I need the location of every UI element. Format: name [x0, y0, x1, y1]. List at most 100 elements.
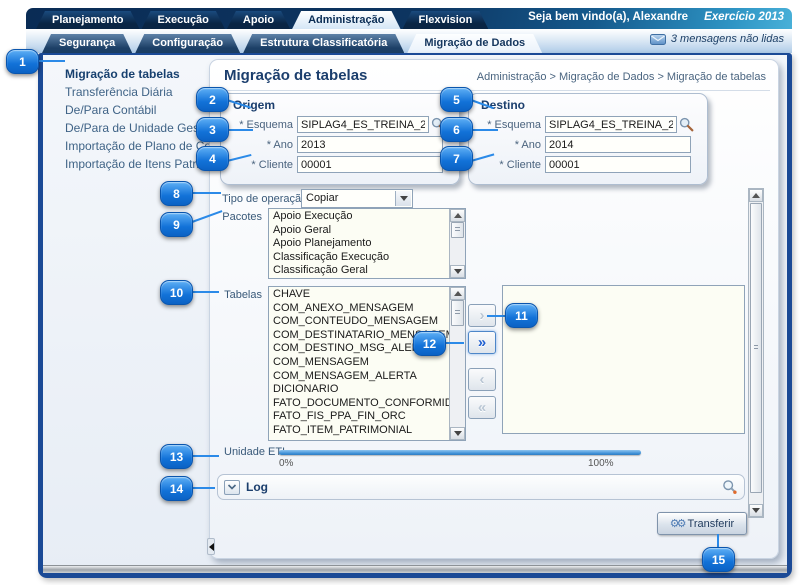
destino-groupbox: Destino * Esquema * Ano * Cliente [468, 93, 708, 185]
destino-cliente-label: * Cliente [469, 159, 545, 171]
tabelas-label: Tabelas [216, 289, 262, 301]
header-separator [218, 90, 770, 91]
pacotes-label: Pacotes [216, 211, 262, 223]
envelope-icon [650, 34, 666, 45]
content-frame: Migração de tabelas Transferência Diária… [38, 53, 792, 578]
dropdown-arrow-icon[interactable] [395, 191, 411, 206]
destino-esquema-input[interactable] [545, 116, 677, 133]
scrollbar-thumb[interactable] [451, 222, 464, 238]
destino-cliente-input[interactable] [545, 156, 691, 173]
list-item[interactable]: FATO_DOCUMENTO_CONFORMIDADE [269, 397, 449, 411]
callout-badge-8: 8 [160, 181, 193, 206]
messages-link[interactable]: 3 mensagens não lidas [650, 33, 784, 45]
tab-configuracao[interactable]: Configuração [135, 34, 240, 53]
triangle-left-icon [209, 543, 214, 551]
callout-badge-15: 15 [702, 547, 735, 572]
move-all-right-button[interactable]: » [468, 331, 496, 354]
tab-estrutura-classificatoria[interactable]: Estrutura Classificatória [243, 34, 404, 53]
operation-type-select[interactable]: Copiar [301, 189, 413, 208]
app-window: Planejamento Execução Apoio Administraçã… [26, 8, 792, 578]
origem-esquema-input[interactable] [297, 116, 429, 133]
origem-cliente-input[interactable] [297, 156, 443, 173]
breadcrumb: Administração > Migração de Dados > Migr… [477, 71, 766, 83]
destino-ano-label: * Ano [469, 139, 545, 151]
destino-ano-input[interactable] [545, 136, 691, 153]
sidebar-item-importacao-itens-patrimoniais[interactable]: Importação de Itens Patrimoniais [51, 155, 207, 173]
callout-badge-14: 14 [160, 476, 193, 501]
tab-execucao[interactable]: Execução [142, 11, 225, 29]
list-item[interactable]: Classificação Geral [269, 264, 449, 278]
list-item[interactable]: COM_MENSAGEM_ALERTA [269, 370, 449, 384]
tab-flexvision[interactable]: Flexvision [403, 11, 489, 29]
callout-badge-6: 6 [440, 117, 473, 142]
tab-planejamento[interactable]: Planejamento [36, 11, 140, 29]
screen: Planejamento Execução Apoio Administraçã… [0, 0, 800, 585]
log-title: Log [246, 480, 268, 494]
etl-min-label: 0% [279, 458, 293, 469]
move-left-button[interactable]: ‹ [468, 368, 496, 391]
tab-apoio[interactable]: Apoio [227, 11, 290, 29]
callout-badge-5: 5 [440, 87, 473, 112]
callout-badge-1: 1 [6, 49, 39, 74]
list-item[interactable]: FATO_ITEM_PATRIMONIAL [269, 424, 449, 438]
list-item[interactable]: FATO_FIS_PPA_FIN_ORC [269, 410, 449, 424]
transfer-button-label: Transferir [688, 518, 735, 530]
origem-legend: Origem [221, 94, 459, 113]
sidebar-item-transferencia-diaria[interactable]: Transferência Diária [51, 83, 207, 101]
tab-migracao-de-dados[interactable]: Migração de Dados [407, 34, 542, 53]
main-panel: Migração de tabelas Administração > Migr… [209, 59, 779, 559]
scrollbar-thumb[interactable] [750, 203, 762, 493]
destino-legend: Destino [469, 94, 707, 113]
list-item[interactable]: Apoio Geral [269, 224, 449, 238]
list-item[interactable]: DICIONARIO [269, 383, 449, 397]
sidebar-item-depara-unidade-gestora[interactable]: De/Para de Unidade Gestora [51, 119, 207, 137]
scroll-down-icon[interactable] [450, 265, 465, 278]
tabelas-scrollbar[interactable] [449, 287, 465, 440]
origem-groupbox: Origem * Esquema * Ano * Cliente [220, 93, 460, 185]
etl-max-label: 100% [588, 458, 614, 469]
list-item[interactable]: Apoio Planejamento [269, 237, 449, 251]
tab-administracao[interactable]: Administração [292, 11, 400, 29]
chevron-down-icon[interactable] [224, 480, 240, 495]
list-item[interactable]: COM_MENSAGEM [269, 356, 449, 370]
sidebar-collapse-handle[interactable] [207, 538, 215, 555]
scroll-up-icon[interactable] [749, 189, 763, 202]
callout-badge-7: 7 [440, 146, 473, 171]
etl-unit-slider[interactable] [279, 450, 641, 455]
sidebar-item-depara-contabil[interactable]: De/Para Contábil [51, 101, 207, 119]
log-panel: Log [217, 474, 745, 500]
list-item[interactable]: Apoio Execução [269, 210, 449, 224]
list-item[interactable]: Classificação Execução [269, 251, 449, 265]
pacotes-scrollbar[interactable] [449, 209, 465, 278]
list-item[interactable]: COM_CONTEUDO_MENSAGEM [269, 315, 449, 329]
callout-badge-4: 4 [196, 146, 229, 171]
tab-seguranca[interactable]: Segurança [42, 34, 132, 53]
operation-type-label: Tipo de operação [222, 193, 307, 205]
destino-esquema-search-icon[interactable] [679, 117, 694, 132]
tabelas-listbox[interactable]: CHAVE COM_ANEXO_MENSAGEM COM_CONTEUDO_ME… [268, 286, 466, 441]
origem-ano-label: * Ano [221, 139, 297, 151]
list-item[interactable]: COM_ANEXO_MENSAGEM [269, 302, 449, 316]
callout-badge-10: 10 [160, 280, 193, 305]
log-search-icon[interactable] [722, 479, 738, 495]
list-item[interactable]: CHAVE [269, 288, 449, 302]
page-title: Migração de tabelas [224, 67, 367, 84]
transfer-button[interactable]: ⚙⚙ Transferir [657, 512, 747, 535]
scrollbar-thumb[interactable] [451, 300, 464, 326]
messages-count-text: 3 mensagens não lidas [671, 33, 784, 45]
callout-badge-12: 12 [413, 331, 446, 356]
operation-type-value: Copiar [306, 192, 338, 204]
sidebar-item-migracao-de-tabelas[interactable]: Migração de tabelas [51, 65, 207, 83]
scroll-down-icon[interactable] [749, 504, 763, 517]
origem-ano-input[interactable] [297, 136, 443, 153]
scroll-up-icon[interactable] [450, 287, 465, 300]
bottom-scrollbar[interactable] [43, 565, 787, 573]
scroll-down-icon[interactable] [450, 427, 465, 440]
scroll-up-icon[interactable] [450, 209, 465, 222]
move-all-left-button[interactable]: « [468, 396, 496, 419]
panel-scrollbar[interactable] [748, 188, 764, 518]
sidebar-item-importacao-plano-contas[interactable]: Importação de Plano de Contas [51, 137, 207, 155]
pacotes-listbox[interactable]: Apoio Execução Apoio Geral Apoio Planeja… [268, 208, 466, 279]
sidebar-menu: Migração de tabelas Transferência Diária… [51, 65, 207, 173]
selected-tabelas-listbox[interactable] [502, 285, 745, 434]
